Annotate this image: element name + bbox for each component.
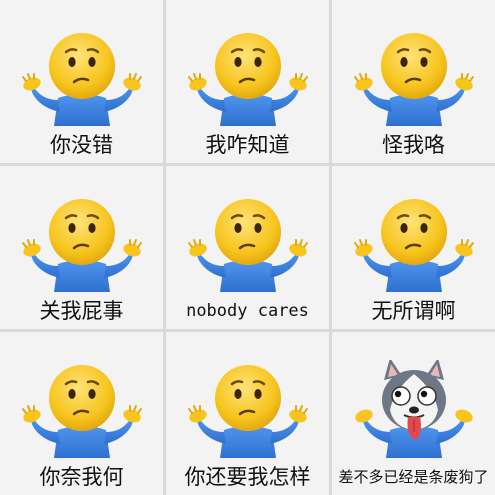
meme-caption: 差不多已经是条废狗了 [338,468,489,486]
meme-grid: 你没错 我咋知道 怪我咯 关我屁事 nobody cares 无所谓啊 你奈我何… [0,0,495,495]
shrug-emoji-icon [353,197,474,292]
shrug-emoji-icon [21,31,142,126]
meme-caption: 怪我咯 [382,133,445,157]
meme-caption: 你没错 [50,133,113,157]
meme-caption: 关我屁事 [39,299,124,323]
shrug-emoji-icon [353,31,474,126]
meme-cell: 怪我咯 [332,0,495,163]
meme-caption: 无所谓啊 [371,299,456,323]
meme-cell: nobody cares [166,166,329,329]
shrug-emoji-icon [21,363,142,458]
meme-caption: nobody cares [186,301,309,321]
shrug-emoji-icon [21,197,142,292]
meme-cell: 我咋知道 [166,0,329,163]
meme-cell: 你还要我怎样 [166,332,329,495]
meme-cell: 你奈我何 [0,332,163,495]
meme-caption: 你奈我何 [39,465,124,489]
meme-cell: 差不多已经是条废狗了 [332,332,495,495]
husky-shrug-icon [353,360,474,458]
shrug-emoji-icon [187,363,308,458]
shrug-emoji-icon [187,197,308,292]
meme-cell: 无所谓啊 [332,166,495,329]
meme-cell: 关我屁事 [0,166,163,329]
meme-caption: 我咋知道 [205,133,290,157]
meme-caption: 你还要我怎样 [184,465,311,489]
shrug-emoji-icon [187,31,308,126]
meme-cell: 你没错 [0,0,163,163]
